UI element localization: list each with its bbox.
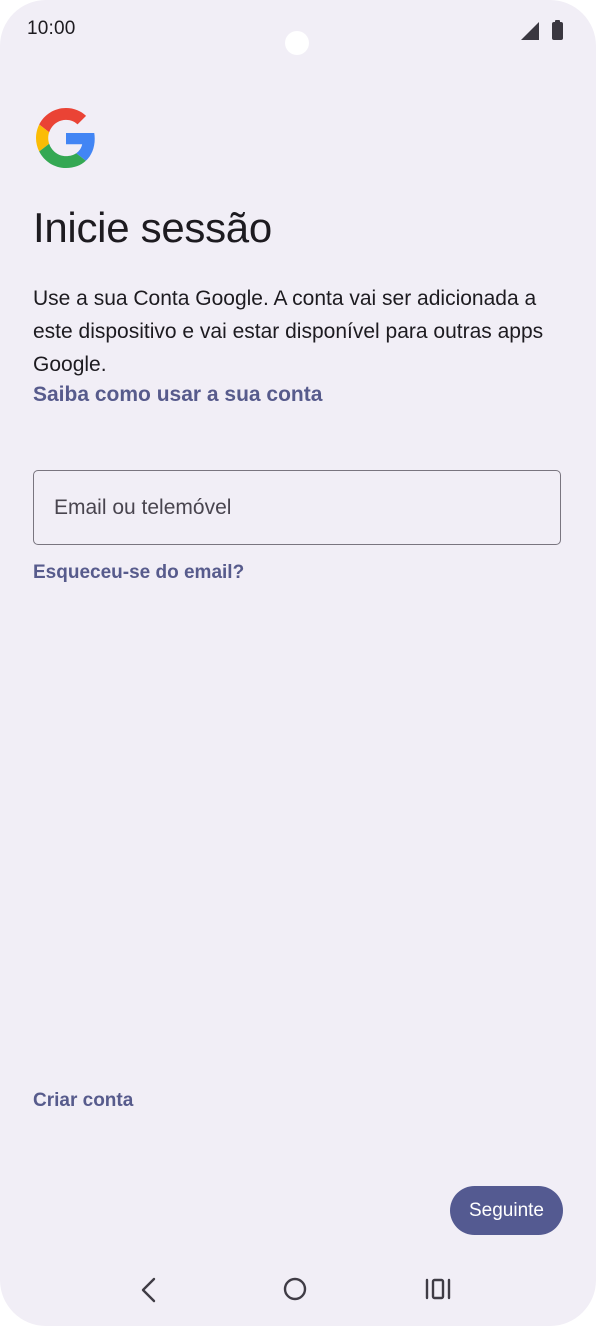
- front-camera: [285, 31, 309, 55]
- signal-icon: [521, 22, 539, 40]
- email-input[interactable]: [34, 471, 560, 544]
- status-time: 10:00: [27, 18, 76, 39]
- page-title: Inicie sessão: [33, 204, 272, 251]
- phone-screen: 10:00 Inicie sessão Use a sua Conta Goog…: [0, 0, 596, 1326]
- home-icon[interactable]: [281, 1275, 309, 1303]
- navigation-bar: [0, 1260, 596, 1320]
- page-description: Use a sua Conta Google. A conta vai ser …: [33, 287, 544, 376]
- learn-account-link[interactable]: Saiba como usar a sua conta: [33, 383, 322, 407]
- forgot-email-link[interactable]: Esqueceu-se do email?: [33, 562, 244, 584]
- google-logo: [36, 108, 95, 168]
- email-field[interactable]: [33, 470, 561, 545]
- recents-icon[interactable]: [424, 1277, 452, 1301]
- create-account-link[interactable]: Criar conta: [33, 1090, 133, 1112]
- next-button[interactable]: Seguinte: [450, 1186, 563, 1235]
- status-bar: 10:00: [0, 0, 596, 62]
- back-icon[interactable]: [136, 1276, 162, 1304]
- battery-icon: [552, 20, 563, 40]
